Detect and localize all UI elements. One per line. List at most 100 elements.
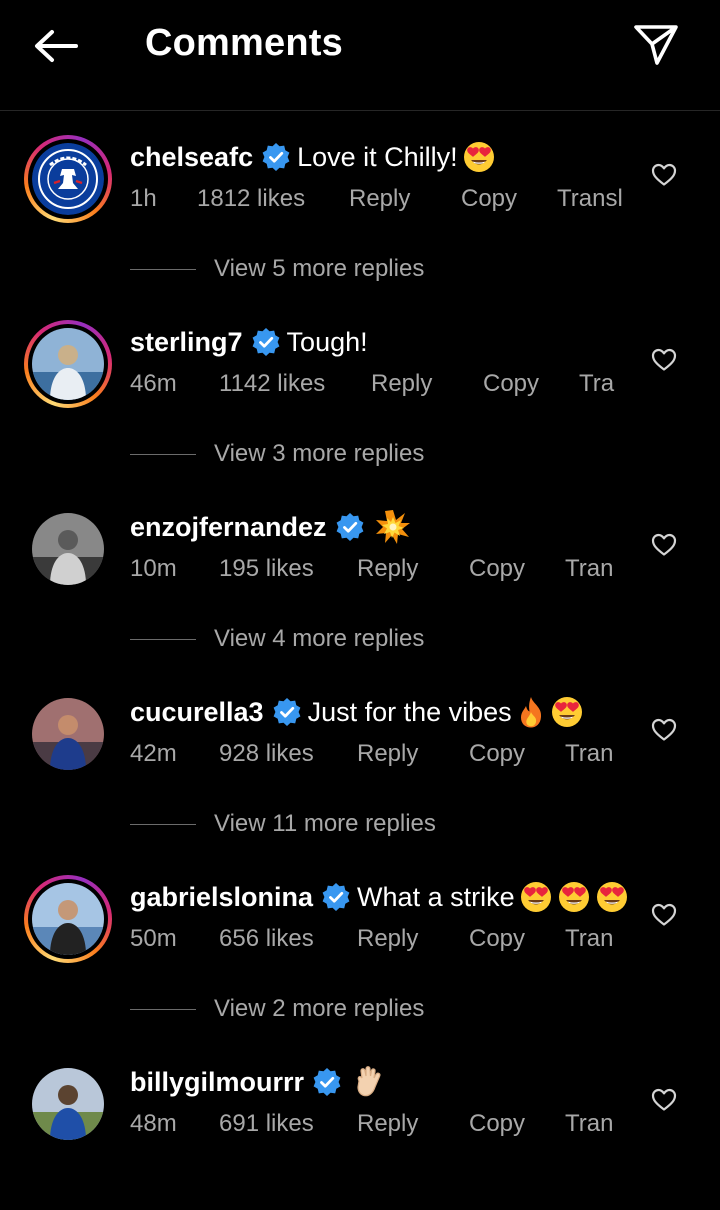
reply-button[interactable]: Reply xyxy=(357,1110,418,1138)
comment-meta: 48m 691 likes Reply Copy Tran xyxy=(130,1108,630,1142)
heart-eyes-emoji-icon xyxy=(596,882,627,912)
comment-time: 42m xyxy=(130,740,177,767)
verified-badge-icon xyxy=(335,512,365,542)
like-button[interactable] xyxy=(650,346,678,374)
likes-count[interactable]: 656 likes xyxy=(219,925,314,953)
replies-divider xyxy=(130,823,196,825)
copy-button[interactable]: Copy xyxy=(469,1110,525,1138)
verified-badge-icon xyxy=(251,327,281,357)
replies-divider xyxy=(130,453,196,455)
heart-outline-icon xyxy=(651,903,677,926)
copy-button[interactable]: Copy xyxy=(469,740,525,768)
avatar xyxy=(32,513,104,585)
comment-line: sterling7 Tough! xyxy=(130,320,368,364)
comment-emojis xyxy=(458,140,496,174)
avatar-ring[interactable] xyxy=(24,875,112,963)
comment-emojis xyxy=(512,695,584,729)
comment-emojis xyxy=(371,509,411,545)
comment-time: 46m xyxy=(130,370,177,397)
comment-item: gabrielslonina What a strike 50m 656 lik… xyxy=(0,875,720,1025)
username[interactable]: gabrielslonina xyxy=(130,882,313,913)
avatar-ring[interactable] xyxy=(24,505,112,593)
comment-line: gabrielslonina What a strike xyxy=(130,875,629,919)
likes-count[interactable]: 195 likes xyxy=(219,555,314,583)
heart-eyes-emoji-icon xyxy=(463,142,494,172)
copy-button[interactable]: Copy xyxy=(469,925,525,953)
heart-eyes-emoji-icon xyxy=(558,882,589,912)
view-replies-label: View 5 more replies xyxy=(214,255,425,282)
comment-item: cucurella3 Just for the vibes 42m 928 li… xyxy=(0,690,720,840)
replies-divider xyxy=(130,268,196,270)
reply-button[interactable]: Reply xyxy=(357,555,418,583)
translate-button[interactable]: Transl xyxy=(557,185,623,213)
copy-button[interactable]: Copy xyxy=(483,370,539,398)
reply-button[interactable]: Reply xyxy=(357,925,418,953)
like-button[interactable] xyxy=(650,1086,678,1114)
like-button[interactable] xyxy=(650,531,678,559)
avatar-ring[interactable] xyxy=(24,320,112,408)
heart-outline-icon xyxy=(651,348,677,371)
comment-meta: 50m 656 likes Reply Copy Tran xyxy=(130,923,630,957)
copy-button[interactable]: Copy xyxy=(469,555,525,583)
share-button[interactable] xyxy=(630,22,682,68)
translate-button[interactable]: Tran xyxy=(565,740,613,768)
username[interactable]: enzojfernandez xyxy=(130,512,327,543)
like-button[interactable] xyxy=(650,161,678,189)
username[interactable]: sterling7 xyxy=(130,327,243,358)
replies-divider xyxy=(130,638,196,640)
comment-time: 1h xyxy=(130,185,157,212)
avatar-ring[interactable] xyxy=(24,135,112,223)
translate-button[interactable]: Tran xyxy=(565,555,613,583)
like-button[interactable] xyxy=(650,716,678,744)
avatar-ring[interactable] xyxy=(24,690,112,778)
view-replies-button[interactable]: View 3 more replies xyxy=(130,438,424,470)
top-bar: Comments xyxy=(0,0,720,111)
translate-button[interactable]: Tran xyxy=(565,1110,613,1138)
likes-count[interactable]: 928 likes xyxy=(219,740,314,768)
avatar xyxy=(32,328,104,400)
page-title: Comments xyxy=(145,22,343,64)
like-button[interactable] xyxy=(650,901,678,929)
heart-eyes-emoji-icon xyxy=(520,882,551,912)
comment-emojis xyxy=(515,880,629,914)
comment-line: enzojfernandez xyxy=(130,505,411,549)
comment-item: billygilmourrr 48m 691 likes Reply Copy … xyxy=(0,1060,720,1210)
likes-count[interactable]: 1812 likes xyxy=(197,185,305,213)
view-replies-button[interactable]: View 2 more replies xyxy=(130,993,424,1025)
replies-divider xyxy=(130,1008,196,1010)
reply-button[interactable]: Reply xyxy=(357,740,418,768)
username[interactable]: chelseafc xyxy=(130,142,253,173)
comment-text: Love it Chilly! xyxy=(297,141,458,172)
username[interactable]: cucurella3 xyxy=(130,697,264,728)
likes-count[interactable]: 691 likes xyxy=(219,1110,314,1138)
translate-button[interactable]: Tra xyxy=(579,370,614,398)
back-button[interactable] xyxy=(30,24,82,68)
view-replies-button[interactable]: View 11 more replies xyxy=(130,808,436,840)
avatar xyxy=(32,698,104,770)
comment-meta: 1h 1812 likes Reply Copy Transl xyxy=(130,183,630,217)
view-replies-button[interactable]: View 5 more replies xyxy=(130,253,424,285)
comment-text: Tough! xyxy=(286,326,368,357)
verified-badge-icon xyxy=(321,882,351,912)
fire-emoji-icon xyxy=(520,697,541,728)
view-replies-button[interactable]: View 4 more replies xyxy=(130,623,424,655)
heart-outline-icon xyxy=(651,533,677,556)
profile-photo xyxy=(32,698,104,770)
copy-button[interactable]: Copy xyxy=(461,185,517,213)
comment-line: cucurella3 Just for the vibes xyxy=(130,690,584,734)
comment-meta: 46m 1142 likes Reply Copy Tra xyxy=(130,368,630,402)
comment-item: enzojfernandez 10m 195 likes Reply Copy … xyxy=(0,505,720,655)
likes-count[interactable]: 1142 likes xyxy=(219,370,325,398)
avatar xyxy=(32,883,104,955)
heart-outline-icon xyxy=(651,1088,677,1111)
arrow-left-icon xyxy=(35,30,78,62)
profile-photo xyxy=(32,883,104,955)
username[interactable]: billygilmourrr xyxy=(130,1067,304,1098)
view-replies-label: View 11 more replies xyxy=(214,810,436,837)
reply-button[interactable]: Reply xyxy=(371,370,432,398)
avatar-ring[interactable] xyxy=(24,1060,112,1148)
reply-button[interactable]: Reply xyxy=(349,185,410,213)
comment-time: 50m xyxy=(130,925,177,952)
comment-item: sterling7 Tough! 46m 1142 likes Reply Co… xyxy=(0,320,720,470)
translate-button[interactable]: Tran xyxy=(565,925,613,953)
